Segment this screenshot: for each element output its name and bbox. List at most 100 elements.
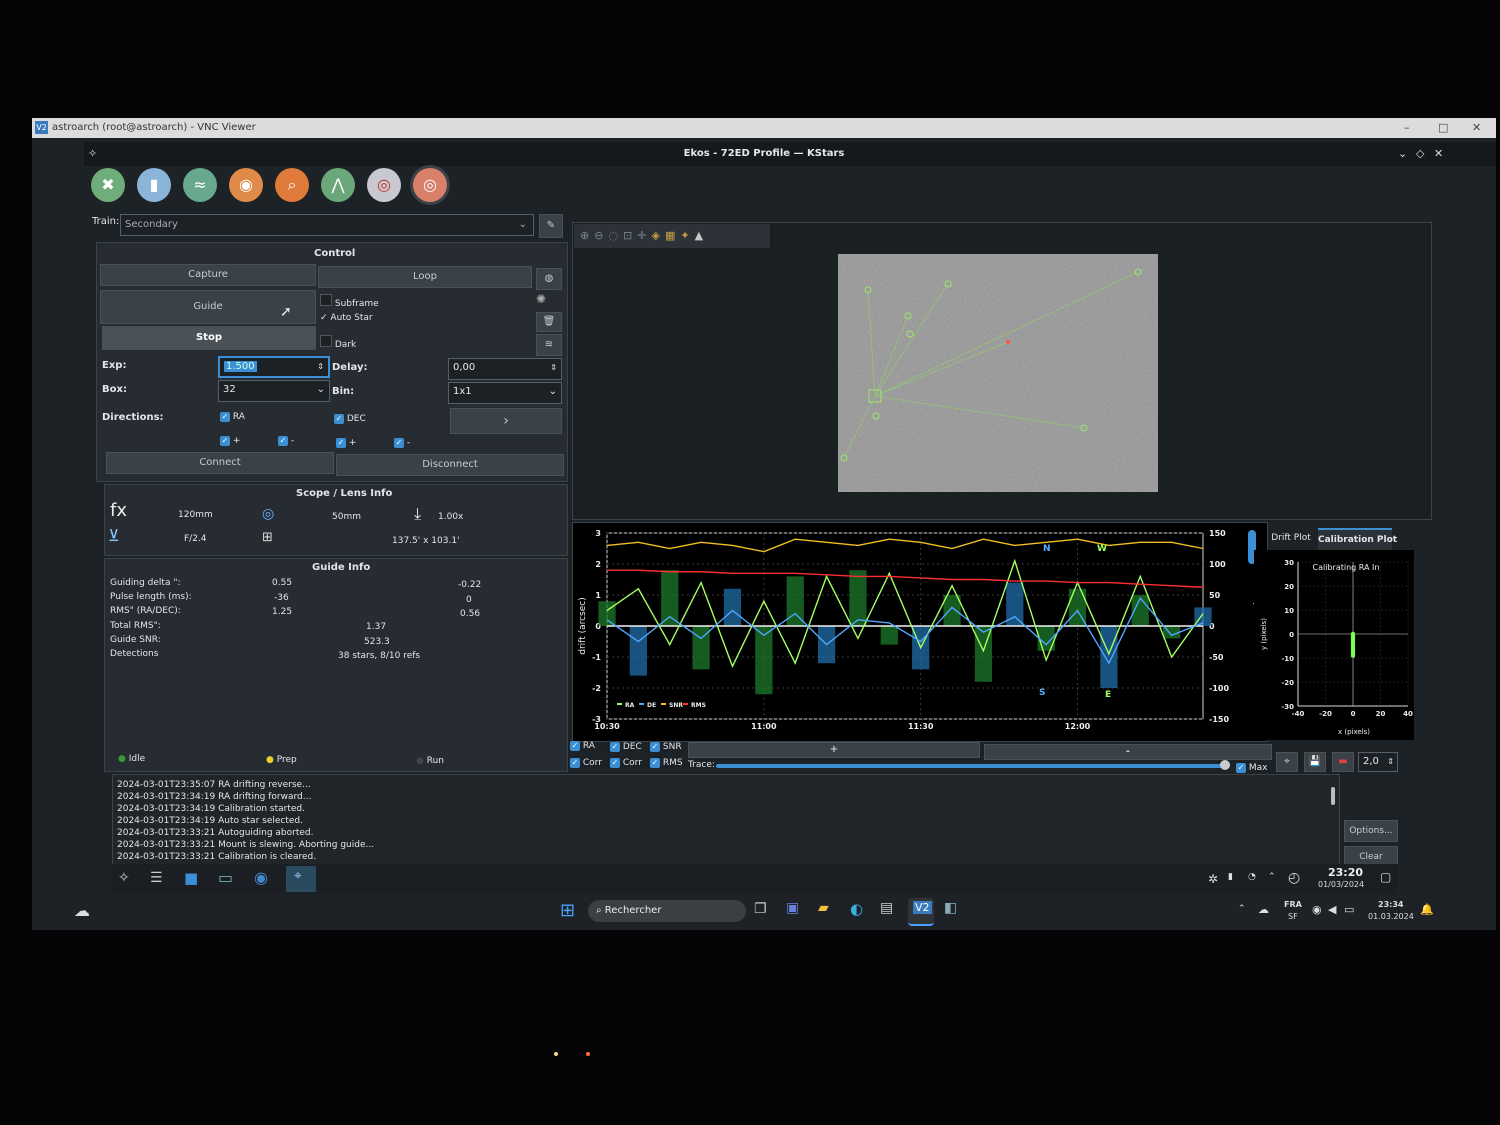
remote-date[interactable]: 01/03/2024	[1318, 880, 1364, 889]
language-primary[interactable]: FRA	[1284, 900, 1302, 909]
mount-icon[interactable]: ⋀	[321, 168, 355, 202]
dec-direction[interactable]: ✓ DEC	[334, 414, 366, 424]
battery-icon[interactable]: ▭	[1344, 903, 1354, 916]
check-icon[interactable]: ✓	[610, 758, 620, 768]
chevron-down-icon[interactable]: ⌄	[1398, 142, 1407, 166]
setup-icon[interactable]: ✖	[91, 168, 125, 202]
app-icon[interactable]: ◧	[944, 900, 957, 916]
save-plot-button[interactable]: 💾	[1304, 752, 1326, 772]
target-icon[interactable]: ◈	[651, 229, 664, 242]
connect-button[interactable]: Connect	[106, 452, 334, 474]
trace-slider-handle[interactable]	[1220, 760, 1230, 770]
capture-button[interactable]: Capture	[100, 264, 316, 286]
chevron-up-icon[interactable]: ⌃	[1238, 904, 1246, 914]
check-icon[interactable]: ✓	[220, 436, 230, 446]
log-scrollbar[interactable]	[1331, 787, 1335, 805]
close-window-icon[interactable]: ✕	[1434, 142, 1443, 166]
ra-toggle[interactable]: ✓ RA	[570, 741, 595, 751]
clear-button[interactable]: 🗑	[536, 312, 562, 332]
edge-icon[interactable]: ◐	[850, 900, 863, 918]
remote-time[interactable]: 23:20	[1328, 866, 1363, 879]
edit-train-button[interactable]: ✎	[539, 214, 563, 238]
store-icon[interactable]: ■	[184, 869, 198, 887]
zoom-out-icon[interactable]: ⊖	[594, 229, 608, 242]
language-secondary[interactable]: SF	[1288, 912, 1298, 921]
battery-icon[interactable]: ▮	[1228, 872, 1233, 882]
subframe-checkbox[interactable]	[320, 294, 332, 306]
task-view-icon[interactable]: ❐	[754, 901, 767, 917]
kdeconnect-icon[interactable]: ✲	[1208, 872, 1218, 886]
triangle-icon[interactable]: ▲	[695, 229, 708, 242]
check-icon[interactable]: ✓	[336, 438, 346, 448]
explorer-icon[interactable]: ▰	[818, 900, 829, 916]
wifi-icon[interactable]: ◉	[1312, 903, 1322, 916]
focus-icon[interactable]: ⌕	[275, 168, 309, 202]
ra-plus[interactable]: ✓ +	[220, 436, 240, 446]
tab-drift-plot[interactable]: Drift Plot	[1266, 528, 1316, 548]
dark-checkbox[interactable]	[320, 335, 332, 347]
check-icon[interactable]: ✓	[278, 436, 288, 446]
settings-icon[interactable]: ☰	[150, 870, 163, 886]
max-toggle[interactable]: ✓ Max	[1236, 763, 1267, 773]
zoom-fit-icon[interactable]: ⊡	[623, 229, 637, 242]
maximize-icon[interactable]: □	[1438, 118, 1448, 138]
kstars-titlebar[interactable]: ✧ Ekos - 72ED Profile — KStars ⌄ ◇ ✕	[84, 142, 1496, 166]
zoom-in-icon[interactable]: ⊕	[580, 229, 594, 242]
bin-select[interactable]: 1x1 ⌄	[448, 382, 562, 404]
train-select[interactable]: Secondary ⌄	[120, 214, 534, 236]
options-button[interactable]: Options...	[1344, 820, 1398, 842]
check-icon[interactable]: ✓	[334, 414, 344, 424]
drift-plot[interactable]: 3210-1-2-3150100500-50-100-15010:30 11:00…	[573, 523, 1265, 739]
onedrive-icon[interactable]: ☁	[1258, 903, 1269, 916]
folder-icon[interactable]: ▭	[218, 868, 233, 887]
clock-icon[interactable]: ◴	[1288, 870, 1300, 886]
check-icon[interactable]: ✓	[650, 758, 660, 768]
clear-plot-button[interactable]: ▬	[1332, 752, 1354, 772]
stepper-icon[interactable]: ⇕	[317, 358, 324, 376]
network-icon[interactable]: ◔	[1248, 872, 1256, 882]
guide-icon[interactable]: ◎	[413, 168, 447, 202]
align-icon[interactable]: ◎	[367, 168, 401, 202]
restore-icon[interactable]: ◇	[1416, 142, 1424, 166]
subframe-option[interactable]: Subframe	[320, 294, 379, 309]
dec-plus[interactable]: ✓ +	[336, 438, 356, 448]
chevron-up-icon[interactable]: ⌃	[1268, 872, 1276, 882]
host-time[interactable]: 23:34	[1378, 900, 1403, 909]
ra-corr-toggle[interactable]: ✓ Corr	[570, 758, 602, 768]
scheduler-icon[interactable]: ▮	[137, 168, 171, 202]
stepper-icon[interactable]: ⇕	[1387, 753, 1394, 771]
auto-star-option[interactable]: ✓ Auto Star	[320, 313, 373, 323]
host-date[interactable]: 01.03.2024	[1368, 912, 1414, 921]
browser-icon[interactable]: ◉	[254, 868, 268, 887]
calibration-plot[interactable]: 3020100-10-20-30-40 -20 0 20 40Calibrating R…	[1254, 550, 1414, 740]
guide-star-image[interactable]	[838, 254, 1158, 492]
dark-option[interactable]: Dark	[320, 335, 356, 350]
crosshair-icon[interactable]: ✛	[637, 229, 651, 242]
check-icon[interactable]: ✓	[570, 741, 580, 751]
manual-pulse-button[interactable]: ›	[450, 408, 562, 434]
disconnect-button[interactable]: Disconnect	[336, 454, 564, 476]
weather-icon[interactable]: ☁	[74, 901, 90, 920]
zoom-in-button[interactable]: +	[688, 742, 980, 758]
app-launcher-icon[interactable]: ✧	[118, 870, 130, 886]
analyze-icon[interactable]: ≈	[183, 168, 217, 202]
check-icon[interactable]: ✓	[394, 438, 404, 448]
check-icon[interactable]: ✓	[650, 742, 660, 752]
volume-icon[interactable]: ◀	[1328, 903, 1336, 916]
teams-icon[interactable]: ▣	[786, 900, 799, 916]
dec-toggle[interactable]: ✓ DEC	[610, 742, 642, 752]
ms-store-icon[interactable]: ▤	[880, 900, 893, 916]
check-icon[interactable]: ✓	[570, 758, 580, 768]
scale-spinbox[interactable]: 2,0 ⇕	[1358, 752, 1398, 772]
ra-direction[interactable]: ✓ RA	[220, 412, 245, 422]
windows-start-icon[interactable]: ⊞	[560, 900, 575, 921]
calibrate-button[interactable]: ≋	[536, 334, 562, 356]
center-plot-button[interactable]: ⌖	[1276, 752, 1298, 772]
ra-minus[interactable]: ✓ -	[278, 436, 294, 446]
grid-icon[interactable]: ▦	[665, 229, 680, 242]
check-icon[interactable]: ✓	[1236, 763, 1246, 773]
loop-button[interactable]: Loop	[318, 266, 532, 288]
zoom-out-button[interactable]: -	[984, 744, 1272, 760]
search-box[interactable]: ⌕ Rechercher	[588, 900, 746, 922]
stars-icon[interactable]: ✦	[680, 229, 694, 242]
